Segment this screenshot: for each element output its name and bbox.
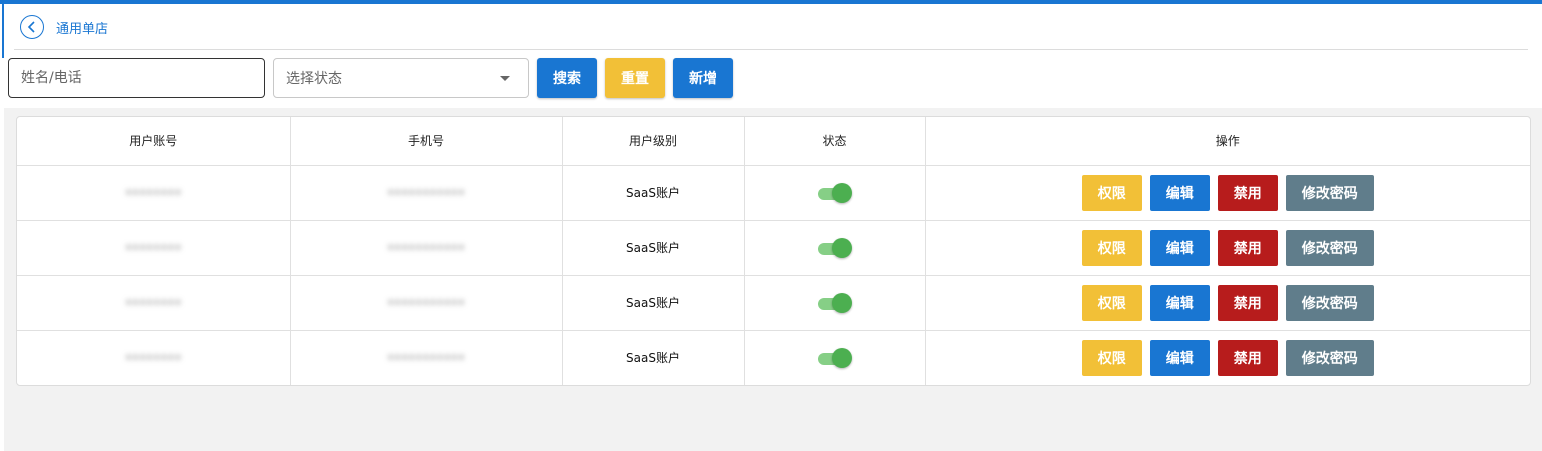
column-header-status: 状态 <box>744 117 926 166</box>
actions-cell: 权限 编辑 禁用 修改密码 <box>925 275 1530 331</box>
permission-button[interactable]: 权限 <box>1081 229 1142 266</box>
status-cell <box>744 220 926 276</box>
page-header: 通用单店 <box>20 14 108 40</box>
back-button[interactable] <box>20 15 44 39</box>
account-cell: •••••••• <box>17 330 291 385</box>
status-cell <box>744 275 926 331</box>
account-cell: •••••••• <box>17 275 291 331</box>
caret-down-icon <box>500 75 510 81</box>
filter-toolbar: 选择状态 搜索 重置 新增 <box>8 58 733 98</box>
change-password-button[interactable]: 修改密码 <box>1285 229 1374 266</box>
edit-button[interactable]: 编辑 <box>1149 284 1210 321</box>
content-area: 用户账号 手机号 用户级别 状态 操作 •••••••• •••••••••••… <box>4 108 1542 451</box>
table-row: •••••••• ••••••••••• SaaS账户 权限 编辑 禁用 修改密… <box>17 330 1530 385</box>
level-cell: SaaS账户 <box>562 275 745 331</box>
column-header-level: 用户级别 <box>562 117 745 166</box>
column-header-phone: 手机号 <box>290 117 563 166</box>
level-cell: SaaS账户 <box>562 220 745 276</box>
phone-cell: ••••••••••• <box>290 330 563 385</box>
column-header-account: 用户账号 <box>17 117 291 166</box>
column-header-actions: 操作 <box>925 117 1530 166</box>
status-select[interactable]: 选择状态 <box>273 58 529 98</box>
status-cell <box>744 165 926 221</box>
level-cell: SaaS账户 <box>562 330 745 385</box>
phone-cell: ••••••••••• <box>290 165 563 221</box>
phone-cell: ••••••••••• <box>290 220 563 276</box>
header-divider <box>14 49 1528 50</box>
table-row: •••••••• ••••••••••• SaaS账户 权限 编辑 禁用 修改密… <box>17 220 1530 276</box>
actions-cell: 权限 编辑 禁用 修改密码 <box>925 165 1530 221</box>
level-cell: SaaS账户 <box>562 165 745 221</box>
disable-button[interactable]: 禁用 <box>1217 284 1278 321</box>
status-toggle[interactable] <box>817 182 852 204</box>
change-password-button[interactable]: 修改密码 <box>1285 284 1374 321</box>
status-cell <box>744 330 926 385</box>
status-toggle[interactable] <box>817 237 852 259</box>
change-password-button[interactable]: 修改密码 <box>1285 339 1374 376</box>
left-accent-rule <box>2 4 4 58</box>
blurred-account: •••••••• <box>124 240 182 255</box>
toggle-knob <box>831 182 852 203</box>
blurred-phone: ••••••••••• <box>387 240 465 255</box>
disable-button[interactable]: 禁用 <box>1217 339 1278 376</box>
account-cell: •••••••• <box>17 165 291 221</box>
table-header-row: 用户账号 手机号 用户级别 状态 操作 <box>17 117 1530 166</box>
permission-button[interactable]: 权限 <box>1081 174 1142 211</box>
disable-button[interactable]: 禁用 <box>1217 174 1278 211</box>
user-table: 用户账号 手机号 用户级别 状态 操作 •••••••• •••••••••••… <box>16 116 1531 386</box>
edit-button[interactable]: 编辑 <box>1149 339 1210 376</box>
status-select-placeholder: 选择状态 <box>286 71 342 87</box>
blurred-account: •••••••• <box>124 295 182 310</box>
page-title: 通用单店 <box>56 21 109 37</box>
chevron-left-icon <box>27 21 35 33</box>
reset-button[interactable]: 重置 <box>605 58 665 98</box>
search-button[interactable]: 搜索 <box>537 58 597 98</box>
status-toggle[interactable] <box>817 292 852 314</box>
blurred-phone: ••••••••••• <box>387 185 465 200</box>
edit-button[interactable]: 编辑 <box>1149 174 1210 211</box>
blurred-phone: ••••••••••• <box>387 295 465 310</box>
table-row: •••••••• ••••••••••• SaaS账户 权限 编辑 禁用 修改密… <box>17 165 1530 221</box>
actions-cell: 权限 编辑 禁用 修改密码 <box>925 220 1530 276</box>
account-cell: •••••••• <box>17 220 291 276</box>
toggle-knob <box>831 347 852 368</box>
change-password-button[interactable]: 修改密码 <box>1285 174 1374 211</box>
status-toggle[interactable] <box>817 347 852 369</box>
blurred-phone: ••••••••••• <box>387 350 465 365</box>
table-row: •••••••• ••••••••••• SaaS账户 权限 编辑 禁用 修改密… <box>17 275 1530 331</box>
edit-button[interactable]: 编辑 <box>1149 229 1210 266</box>
permission-button[interactable]: 权限 <box>1081 284 1142 321</box>
blurred-account: •••••••• <box>124 350 182 365</box>
toggle-knob <box>831 292 852 313</box>
blurred-account: •••••••• <box>124 185 182 200</box>
disable-button[interactable]: 禁用 <box>1217 229 1278 266</box>
top-accent-bar <box>0 0 1542 4</box>
name-phone-search-input[interactable] <box>8 58 265 98</box>
add-button[interactable]: 新增 <box>673 58 733 98</box>
toggle-knob <box>831 237 852 258</box>
actions-cell: 权限 编辑 禁用 修改密码 <box>925 330 1530 385</box>
phone-cell: ••••••••••• <box>290 275 563 331</box>
permission-button[interactable]: 权限 <box>1081 339 1142 376</box>
